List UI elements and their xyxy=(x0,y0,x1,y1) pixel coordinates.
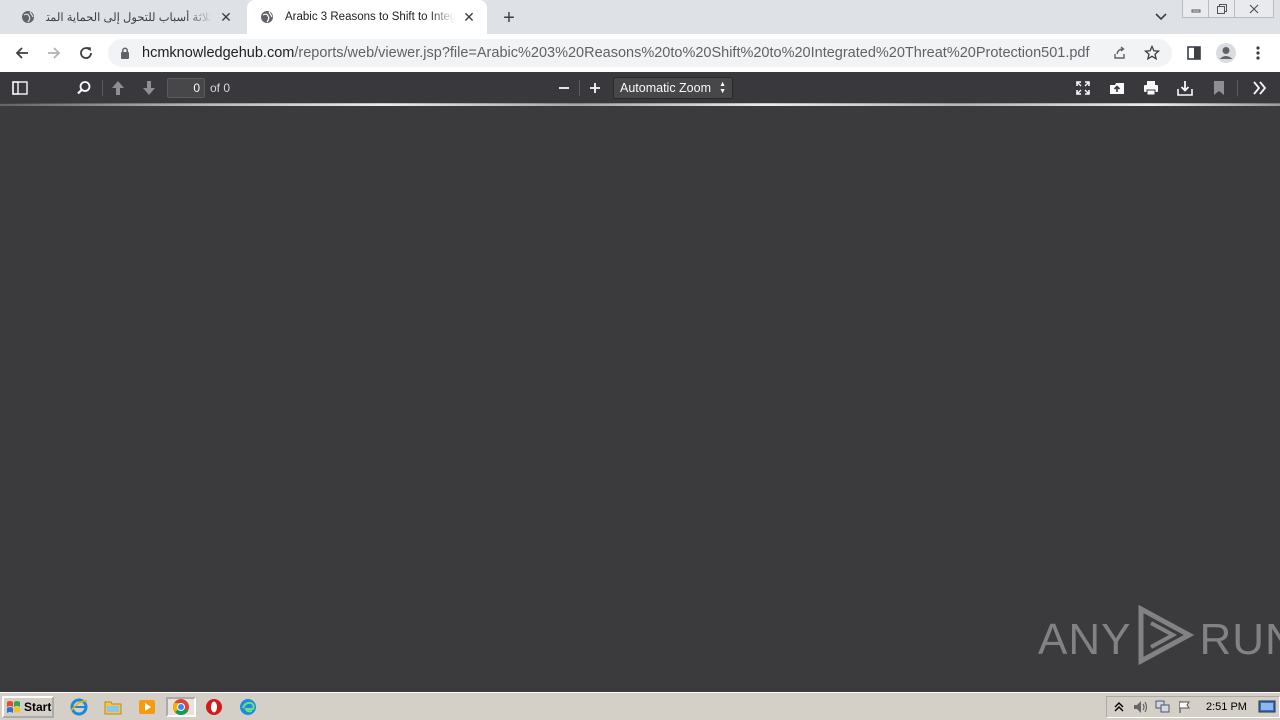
show-desktop-icon[interactable] xyxy=(1256,697,1278,717)
profile-avatar[interactable] xyxy=(1214,41,1238,65)
pdf-viewer-container[interactable] xyxy=(0,106,1280,692)
address-bar[interactable]: hcmknowledgehub.com/reports/web/viewer.j… xyxy=(108,39,1172,67)
download-icon[interactable] xyxy=(1173,76,1197,100)
new-tab-button[interactable]: + xyxy=(498,7,520,29)
page-count-label: of 0 xyxy=(210,81,231,95)
close-icon[interactable]: ✕ xyxy=(461,9,477,25)
tray-expand-icon[interactable] xyxy=(1109,698,1129,716)
zoom-select[interactable]: Automatic Zoom ▲ ▼ xyxy=(613,77,733,99)
close-window-button[interactable] xyxy=(1234,0,1274,18)
anyrun-watermark: ANY RUN xyxy=(1038,604,1280,672)
print-icon[interactable] xyxy=(1139,76,1163,100)
watermark-text-left: ANY xyxy=(1038,615,1132,664)
network-icon[interactable] xyxy=(1153,698,1173,716)
windows-logo-icon xyxy=(7,701,20,713)
tab-title: Arabic 3 Reasons to Shift to Integrated … xyxy=(285,11,455,23)
presentation-mode-icon[interactable] xyxy=(1071,76,1095,100)
restore-button[interactable] xyxy=(1208,0,1236,18)
side-panel-icon[interactable] xyxy=(1182,41,1206,65)
tab-title: ثلاثة أسباب للتحول إلى الحماية المتكاملة xyxy=(46,12,212,24)
volume-icon[interactable] xyxy=(1131,698,1151,716)
action-center-flag-icon[interactable] xyxy=(1175,698,1195,716)
start-label: Start xyxy=(24,700,52,714)
next-page-icon[interactable] xyxy=(137,76,161,100)
url-host: hcmknowledgehub.com xyxy=(142,45,295,61)
lock-icon[interactable] xyxy=(118,47,132,59)
zoom-out-icon[interactable] xyxy=(552,76,576,100)
tab-english[interactable]: Arabic 3 Reasons to Shift to Integrated … xyxy=(247,0,487,34)
previous-page-icon[interactable] xyxy=(106,76,130,100)
system-tray xyxy=(1106,696,1280,718)
forward-button[interactable] xyxy=(42,41,66,65)
toolbar-separator xyxy=(579,80,580,96)
tab-strip: ثلاثة أسباب للتحول إلى الحماية المتكاملة… xyxy=(0,0,1280,34)
search-icon[interactable] xyxy=(72,76,96,100)
url-text[interactable]: hcmknowledgehub.com/reports/web/viewer.j… xyxy=(142,45,1108,61)
sidebar-toggle-icon[interactable] xyxy=(8,76,32,100)
zoom-in-icon[interactable] xyxy=(583,76,607,100)
share-icon[interactable] xyxy=(1108,41,1132,65)
internet-explorer-icon[interactable] xyxy=(68,697,90,717)
toolbar-separator xyxy=(1237,80,1238,96)
minimize-button[interactable] xyxy=(1182,0,1210,18)
play-icon xyxy=(1135,604,1195,676)
start-button[interactable]: Start xyxy=(2,696,54,718)
file-explorer-icon[interactable] xyxy=(102,697,124,717)
kebab-menu-icon[interactable] xyxy=(1246,41,1270,65)
taskbar: Start 2:51 PM xyxy=(0,692,1280,720)
close-icon[interactable]: ✕ xyxy=(218,9,234,25)
reload-button[interactable] xyxy=(74,41,98,65)
select-arrows-icon: ▲ ▼ xyxy=(719,81,726,95)
clock[interactable]: 2:51 PM xyxy=(1206,701,1247,713)
open-file-icon[interactable] xyxy=(1105,76,1129,100)
back-button[interactable] xyxy=(10,41,34,65)
url-path: /reports/web/viewer.jsp?file=Arabic%203%… xyxy=(294,45,1090,61)
page-number-input[interactable]: 0 xyxy=(167,78,205,98)
globe-icon xyxy=(259,9,275,25)
media-player-icon[interactable] xyxy=(136,697,158,717)
toolbar-separator xyxy=(102,80,103,96)
chrome-icon xyxy=(173,699,189,715)
tab-arabic[interactable]: ثلاثة أسباب للتحول إلى الحماية المتكاملة… xyxy=(8,0,244,34)
star-icon[interactable] xyxy=(1140,41,1164,65)
tools-menu-icon[interactable] xyxy=(1248,76,1272,100)
edge-icon[interactable] xyxy=(237,697,259,717)
chrome-taskbar-button[interactable] xyxy=(166,697,196,717)
watermark-text-right: RUN xyxy=(1199,615,1280,664)
globe-icon xyxy=(20,9,36,25)
zoom-select-value: Automatic Zoom xyxy=(620,81,712,95)
bookmark-icon[interactable] xyxy=(1207,76,1231,100)
opera-icon[interactable] xyxy=(203,697,225,717)
chevron-down-icon[interactable] xyxy=(1152,9,1170,25)
pdf-toolbar: 0 of 0 Automatic Zoom ▲ ▼ xyxy=(0,72,1280,104)
navigation-bar: hcmknowledgehub.com/reports/web/viewer.j… xyxy=(0,34,1280,72)
